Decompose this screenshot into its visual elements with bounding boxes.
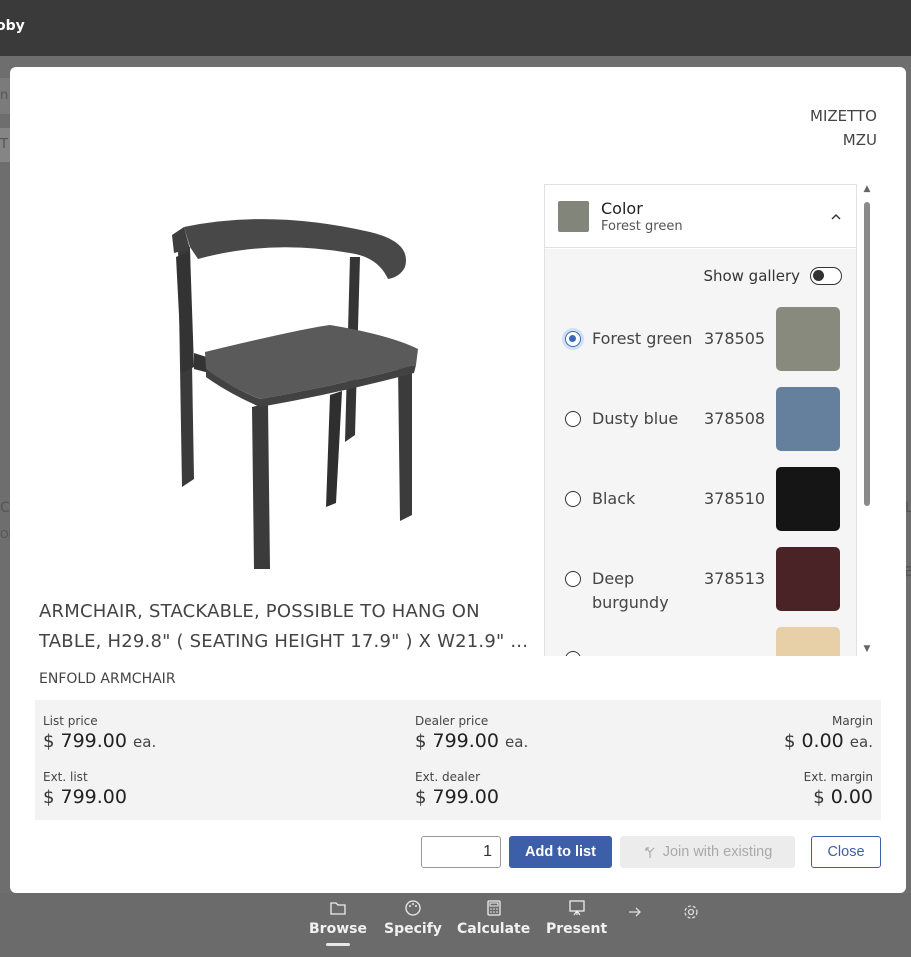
option-selected-value: Forest green — [601, 219, 683, 234]
nav-browse[interactable]: Browse — [309, 899, 367, 946]
price-label: Ext. dealer — [415, 770, 481, 784]
price-value: $ 799.00 ea. — [415, 730, 529, 752]
pricing-summary: List price $ 799.00 ea. Dealer price $ 7… — [35, 700, 881, 820]
color-option-black[interactable]: Black 378510 — [545, 465, 856, 545]
ext-margin: Ext. margin $ 0.00 — [804, 770, 873, 808]
option-title: Color — [601, 199, 643, 218]
arrow-right-icon — [629, 907, 641, 917]
price-value: $ 799.00 — [43, 786, 127, 808]
bottom-navigation: Browse Specify Calculate Present — [0, 893, 911, 957]
scroll-down-icon[interactable]: ▼ — [862, 644, 872, 654]
scroll-thumb[interactable] — [864, 202, 870, 506]
vendor-name: MIZETTO — [810, 107, 877, 125]
ext-dealer: Ext. dealer $ 799.00 — [415, 770, 499, 808]
vendor-code: MZU — [842, 131, 877, 149]
show-gallery-label: Show gallery — [703, 267, 800, 285]
fabric-swatch[interactable] — [776, 467, 840, 531]
radio-button[interactable] — [565, 651, 581, 656]
color-option-list: Show gallery Forest green 378505 Dusty b… — [545, 249, 856, 656]
join-with-existing-button[interactable]: Join with existing — [620, 836, 795, 868]
option-label: Black — [592, 489, 636, 508]
color-option-header[interactable]: Color Forest green — [545, 185, 856, 248]
nav-label: Present — [546, 921, 608, 937]
palette-icon — [405, 900, 421, 916]
radio-button[interactable] — [565, 331, 581, 347]
color-option-next[interactable] — [545, 625, 856, 656]
chair-image — [172, 219, 418, 569]
option-label: Dusty blue — [592, 409, 679, 428]
price-label: Ext. list — [43, 770, 88, 784]
merge-icon — [645, 847, 655, 858]
ext-list: Ext. list $ 799.00 — [43, 770, 127, 808]
nav-present[interactable]: Present — [546, 899, 607, 937]
option-code: 378510 — [704, 489, 766, 508]
product-detail-modal: MIZETTO MZU ARMCHAIR, STACKABLE, POSSIBL… — [10, 67, 906, 893]
nav-settings[interactable] — [682, 903, 700, 925]
chevron-up-icon[interactable] — [830, 211, 842, 223]
price-label: Ext. margin — [803, 770, 873, 784]
price-label: List price — [43, 714, 98, 728]
show-gallery-toggle[interactable] — [810, 267, 842, 285]
nav-label: Calculate — [457, 921, 531, 937]
product-description: ARMCHAIR, STACKABLE, POSSIBLE TO HANG ON… — [39, 601, 529, 652]
background-text: T — [0, 137, 8, 152]
option-label: Forest green — [592, 329, 693, 348]
gear-icon — [684, 905, 698, 919]
background-text: C — [0, 500, 10, 516]
add-to-list-button[interactable]: Add to list — [509, 836, 612, 868]
app-name: oby — [0, 18, 25, 34]
product-image — [150, 207, 420, 569]
nav-calculate[interactable]: Calculate — [457, 899, 530, 937]
price-value: $ 799.00 — [415, 786, 499, 808]
list-price: List price $ 799.00 ea. — [43, 714, 156, 752]
radio-button[interactable] — [565, 491, 581, 507]
color-option-deep-burgundy[interactable]: Deep burgundy 378513 — [545, 545, 856, 625]
price-label: Margin — [832, 714, 873, 728]
radio-button[interactable] — [565, 411, 581, 427]
join-label: Join with existing — [662, 844, 773, 860]
price-value: $ 799.00 ea. — [43, 730, 157, 752]
color-option-panel: Color Forest green Show gallery Forest g… — [544, 184, 857, 656]
fabric-swatch[interactable] — [776, 627, 840, 656]
fabric-swatch[interactable] — [776, 387, 840, 451]
color-option-forest-green[interactable]: Forest green 378505 — [545, 305, 856, 385]
folder-icon — [330, 902, 346, 915]
nav-specify[interactable]: Specify — [384, 899, 442, 937]
nav-next[interactable] — [626, 903, 644, 925]
dealer-price: Dealer price $ 799.00 ea. — [415, 714, 528, 752]
price-value: $ 0.00 ea. — [783, 730, 873, 752]
option-code: 378505 — [704, 329, 766, 348]
vendor-info: MIZETTO MZU — [810, 104, 877, 152]
selected-color-swatch — [558, 201, 589, 232]
margin: Margin $ 0.00 ea. — [784, 714, 873, 752]
nav-label: Browse — [309, 921, 367, 937]
price-label: Dealer price — [415, 714, 489, 728]
quantity-input[interactable] — [421, 836, 501, 868]
option-label: Deep burgundy — [592, 569, 669, 612]
radio-button[interactable] — [565, 571, 581, 587]
price-value: $ 0.00 — [813, 786, 873, 808]
scroll-up-icon[interactable]: ▲ — [862, 184, 872, 194]
close-button[interactable]: Close — [811, 836, 881, 868]
calculator-icon — [486, 900, 501, 916]
show-gallery-control: Show gallery — [703, 267, 842, 285]
product-name: ENFOLD ARMCHAIR — [39, 671, 176, 687]
presentation-icon — [568, 900, 585, 916]
fabric-swatch[interactable] — [776, 547, 840, 611]
option-code: 378508 — [704, 409, 766, 428]
fabric-swatch[interactable] — [776, 307, 840, 371]
option-scrollbar[interactable]: ▲ ▼ — [862, 184, 872, 656]
option-code: 378513 — [704, 569, 766, 588]
app-header: oby — [0, 0, 911, 56]
nav-label: Specify — [384, 921, 442, 937]
background-text: n — [0, 88, 9, 103]
color-option-dusty-blue[interactable]: Dusty blue 378508 — [545, 385, 856, 465]
